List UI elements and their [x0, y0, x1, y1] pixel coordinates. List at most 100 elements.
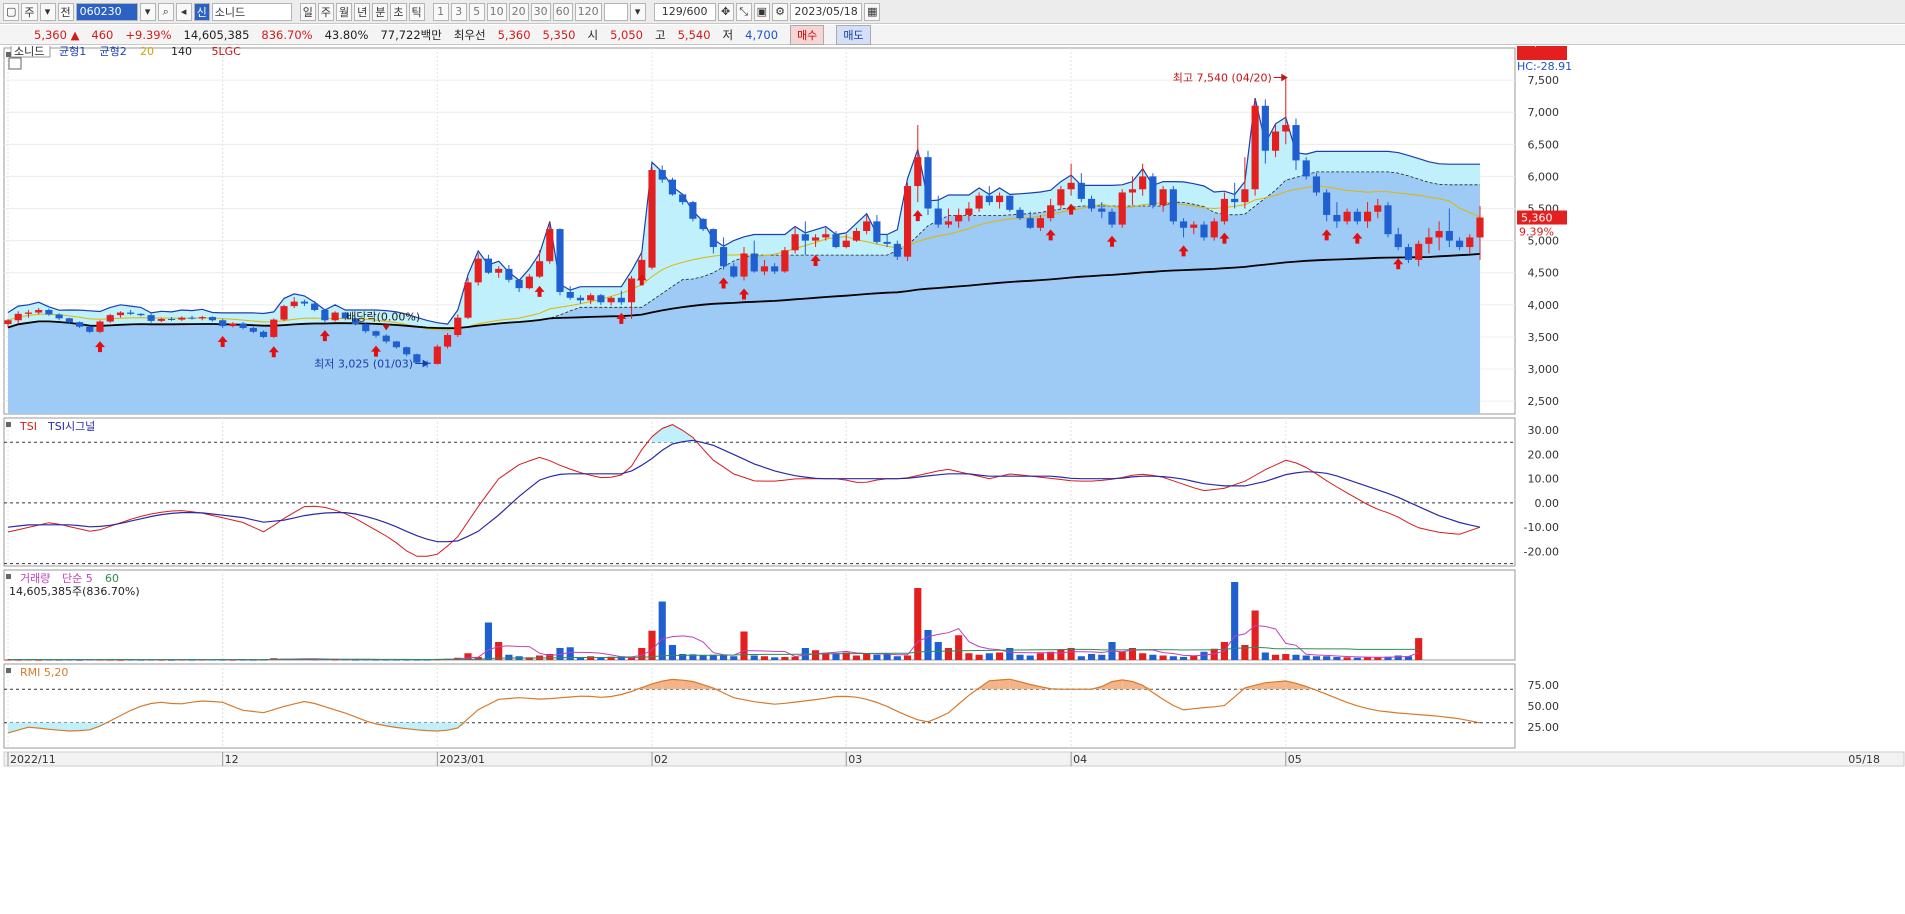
window-icon[interactable]: ▢ [3, 2, 20, 21]
period-year[interactable]: 년 [354, 2, 371, 21]
candle-body [699, 218, 707, 230]
interval-10[interactable]: 10 [486, 2, 507, 21]
tsi-tick-label: -20.00 [1524, 545, 1559, 558]
volume-bar [1118, 651, 1126, 660]
candle-body [1302, 160, 1310, 177]
interval-60[interactable]: 60 [552, 2, 573, 21]
interval-3[interactable]: 3 [450, 2, 467, 21]
candle-body [1098, 208, 1106, 212]
period-day[interactable]: 일 [299, 2, 316, 21]
volume-bar [1394, 655, 1402, 660]
candle-body [1047, 205, 1055, 219]
hc-label: HC:-28.91 [1517, 60, 1572, 73]
volume-bar [1036, 653, 1045, 660]
bar-count-field[interactable]: 129/600 [653, 2, 716, 21]
dropdown-icon[interactable]: ▾ [39, 2, 56, 21]
volume-bar [760, 656, 769, 660]
candle-body [1425, 237, 1433, 244]
volume-bar [1282, 654, 1290, 660]
gear-icon[interactable]: ⚙ [772, 2, 789, 21]
candle-body [1271, 131, 1280, 151]
speaker-icon[interactable]: ◂ [175, 2, 192, 21]
x-axis-label: 2022/11 [10, 753, 56, 766]
candle-body [627, 278, 636, 303]
x-axis-label: 02 [654, 753, 668, 766]
candle-body [464, 282, 472, 318]
interval-20[interactable]: 20 [508, 2, 529, 21]
open-price: 5,050 [610, 27, 643, 42]
candle-body [832, 234, 840, 248]
x-axis-label: 12 [225, 753, 239, 766]
interval-input[interactable] [603, 2, 628, 21]
candle-body [944, 221, 953, 225]
interval-5[interactable]: 5 [468, 2, 485, 21]
volume-bar [1139, 653, 1147, 660]
period-month[interactable]: 월 [336, 2, 353, 21]
best-label: 최우선 [453, 27, 486, 42]
volume-bar [791, 656, 799, 660]
tsi-legend-item: TSI시그널 [47, 420, 95, 433]
calendar-icon[interactable]: ▦ [864, 2, 881, 21]
candle-body [995, 195, 1004, 203]
candle-body [1128, 189, 1137, 193]
date-field[interactable]: 2023/05/18 [790, 2, 863, 21]
volume-bar [1302, 655, 1310, 660]
volume-bar [1169, 656, 1177, 660]
period-week[interactable]: 주 [317, 2, 335, 21]
candle-body [535, 261, 544, 277]
chart-area[interactable]: 7,5007,0006,5006,0005,5005,0004,5004,000… [0, 46, 1905, 914]
sell-button[interactable]: 매도 [836, 24, 871, 45]
candle-body [822, 234, 830, 238]
candle-body [1190, 224, 1198, 228]
volume-legend-item: 60 [105, 572, 119, 585]
table-view-icon[interactable] [8, 57, 22, 70]
price-change-pct: +9.39% [125, 27, 172, 42]
price-tick-label: 3,000 [1528, 363, 1560, 376]
candle-body [730, 266, 738, 277]
candle-body [157, 318, 165, 321]
type-selector[interactable]: 전 [57, 2, 74, 21]
interval-30[interactable]: 30 [530, 2, 551, 21]
price-tick-label: 7,500 [1528, 74, 1560, 87]
price-tick-label: 2,500 [1528, 395, 1560, 408]
period-minute[interactable]: 분 [372, 2, 389, 21]
period-second[interactable]: 초 [390, 2, 407, 21]
candle-body [362, 324, 370, 332]
candle-body [116, 312, 125, 316]
search-icon[interactable]: ⌕ [157, 2, 174, 21]
buy-button[interactable]: 매수 [790, 24, 825, 45]
interval-120[interactable]: 120 [574, 2, 602, 21]
period-tick[interactable]: 틱 [408, 2, 425, 21]
stock-name-field[interactable]: 소니드 [211, 2, 292, 21]
candle-body [372, 331, 380, 336]
volume-bar [914, 588, 922, 660]
trend-line-icon[interactable]: ⤡ [735, 2, 752, 21]
volume-bar [587, 656, 595, 660]
candle-body [1394, 234, 1402, 248]
candle-body [45, 309, 53, 315]
candle-body [147, 315, 155, 321]
volume-legend-item: 단순 5 [62, 572, 93, 585]
code-dropdown-icon[interactable]: ▾ [139, 2, 156, 21]
low-annotation: 최저 3,025 (01/03) [314, 357, 413, 370]
price-legend-item: 균형1 [59, 46, 86, 58]
volume-bar [627, 657, 636, 660]
interval-dropdown-icon[interactable]: ▾ [629, 2, 646, 21]
stock-code-input[interactable]: 060230 [75, 2, 138, 21]
crosshair-icon[interactable]: ✥ [717, 2, 734, 21]
market-selector[interactable]: 주 [21, 2, 38, 21]
candle-body [137, 313, 145, 316]
candle-body [1323, 192, 1331, 215]
candle-body [1179, 221, 1188, 228]
save-icon[interactable]: ▣ [753, 2, 771, 21]
turnover: 43.80% [324, 27, 369, 42]
candle-body [893, 243, 901, 257]
volume-bar [883, 654, 891, 660]
candle-body [1404, 247, 1413, 260]
volume-bar [699, 655, 707, 660]
volume-bar [955, 635, 963, 660]
interval-1[interactable]: 1 [432, 2, 449, 21]
candle-body [1231, 198, 1239, 203]
candle-body [280, 306, 288, 320]
price-tick-label: 6,500 [1528, 138, 1560, 151]
